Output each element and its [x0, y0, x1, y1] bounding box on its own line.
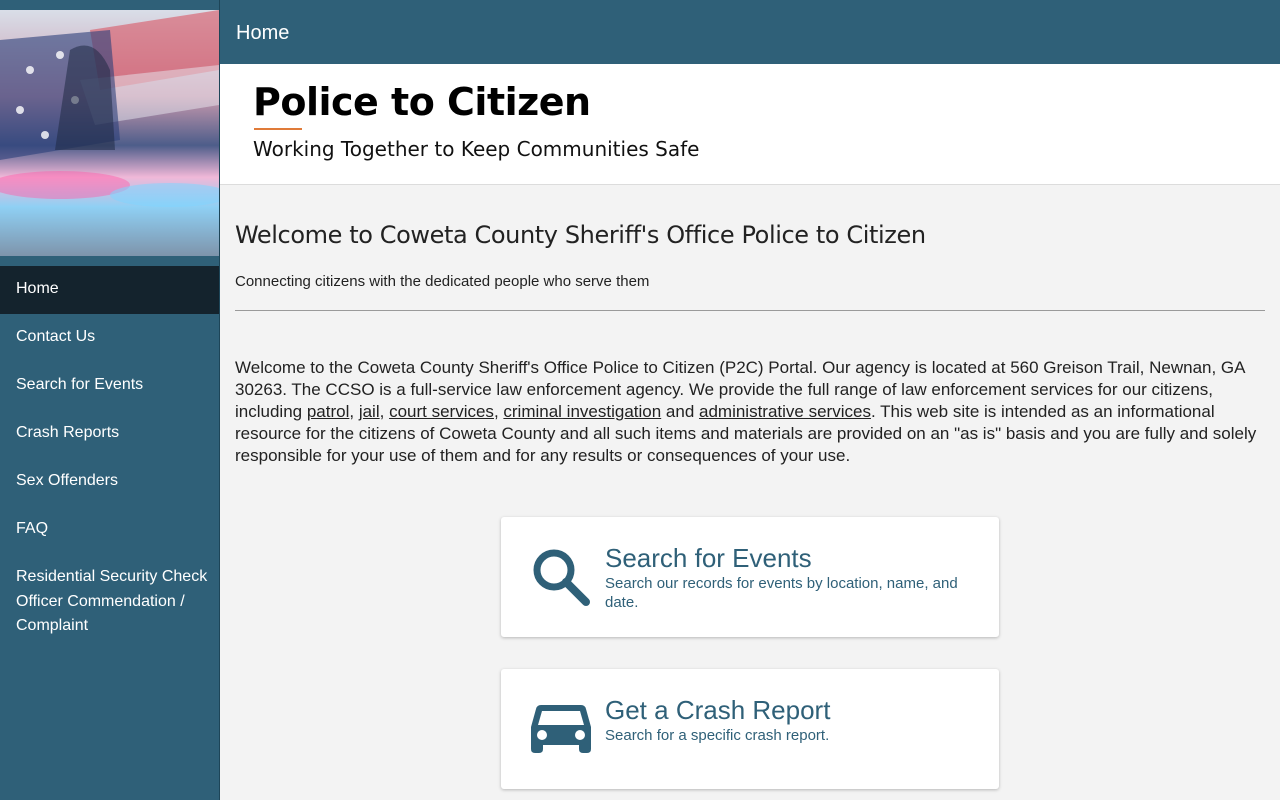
sidebar-item-faq[interactable]: FAQ: [0, 506, 219, 554]
welcome-tagline: Connecting citizens with the dedicated p…: [235, 273, 650, 290]
hero-header: Police to Citizen Working Together to Ke…: [220, 64, 1280, 185]
link-criminal-investigation[interactable]: criminal investigation: [503, 402, 661, 421]
site-title: Police to Citizen: [253, 80, 591, 124]
sidebar-item-sex-offenders[interactable]: Sex Offenders: [0, 458, 219, 506]
link-administrative-services[interactable]: administrative services: [699, 402, 871, 421]
intro-sep-4: and: [661, 402, 699, 421]
page-title: Home: [236, 22, 290, 44]
card-description: Search for a specific crash report.: [605, 727, 830, 744]
search-icon: [533, 549, 590, 606]
intro-paragraph: Welcome to the Coweta County Sheriff's O…: [235, 357, 1265, 467]
intro-sep-1: ,: [349, 402, 359, 421]
crash-report-card[interactable]: Get a Crash Report Search for a specific…: [501, 669, 999, 789]
main-content: Welcome to Coweta County Sheriff's Offic…: [235, 185, 1265, 789]
sidebar-nav: Home Contact Us Search for Events Crash …: [0, 266, 219, 638]
intro-sep-3: ,: [493, 402, 504, 421]
sidebar-item-contact-us[interactable]: Contact Us: [0, 314, 219, 362]
sidebar: Home Contact Us Search for Events Crash …: [0, 0, 220, 800]
search-events-card[interactable]: Search for Events Search our records for…: [501, 517, 999, 637]
sidebar-item-search-for-events[interactable]: Search for Events: [0, 362, 219, 410]
card-title: Search for Events: [605, 543, 812, 573]
link-jail[interactable]: jail: [359, 402, 380, 421]
sidebar-item-crash-reports[interactable]: Crash Reports: [0, 410, 219, 458]
sidebar-item-residential-security-check[interactable]: Residential Security Check: [0, 554, 219, 590]
divider: [235, 310, 1265, 311]
card-description: Search our records for events by locatio…: [605, 575, 958, 611]
welcome-heading: Welcome to Coweta County Sheriff's Offic…: [235, 221, 926, 249]
intro-sep-2: ,: [379, 402, 390, 421]
title-accent-line: [254, 128, 302, 130]
sidebar-item-home[interactable]: Home: [0, 266, 219, 314]
flag-police-lights-image: [0, 10, 219, 256]
link-patrol[interactable]: patrol: [307, 402, 350, 421]
site-subtitle: Working Together to Keep Communities Saf…: [253, 137, 700, 161]
car-icon: [531, 705, 591, 753]
link-court-services[interactable]: court services: [389, 402, 494, 421]
card-title: Get a Crash Report: [605, 695, 831, 725]
top-app-bar: Home: [220, 0, 1280, 64]
sidebar-item-officer-commendation-complaint[interactable]: Officer Commendation / Complaint: [0, 590, 219, 638]
